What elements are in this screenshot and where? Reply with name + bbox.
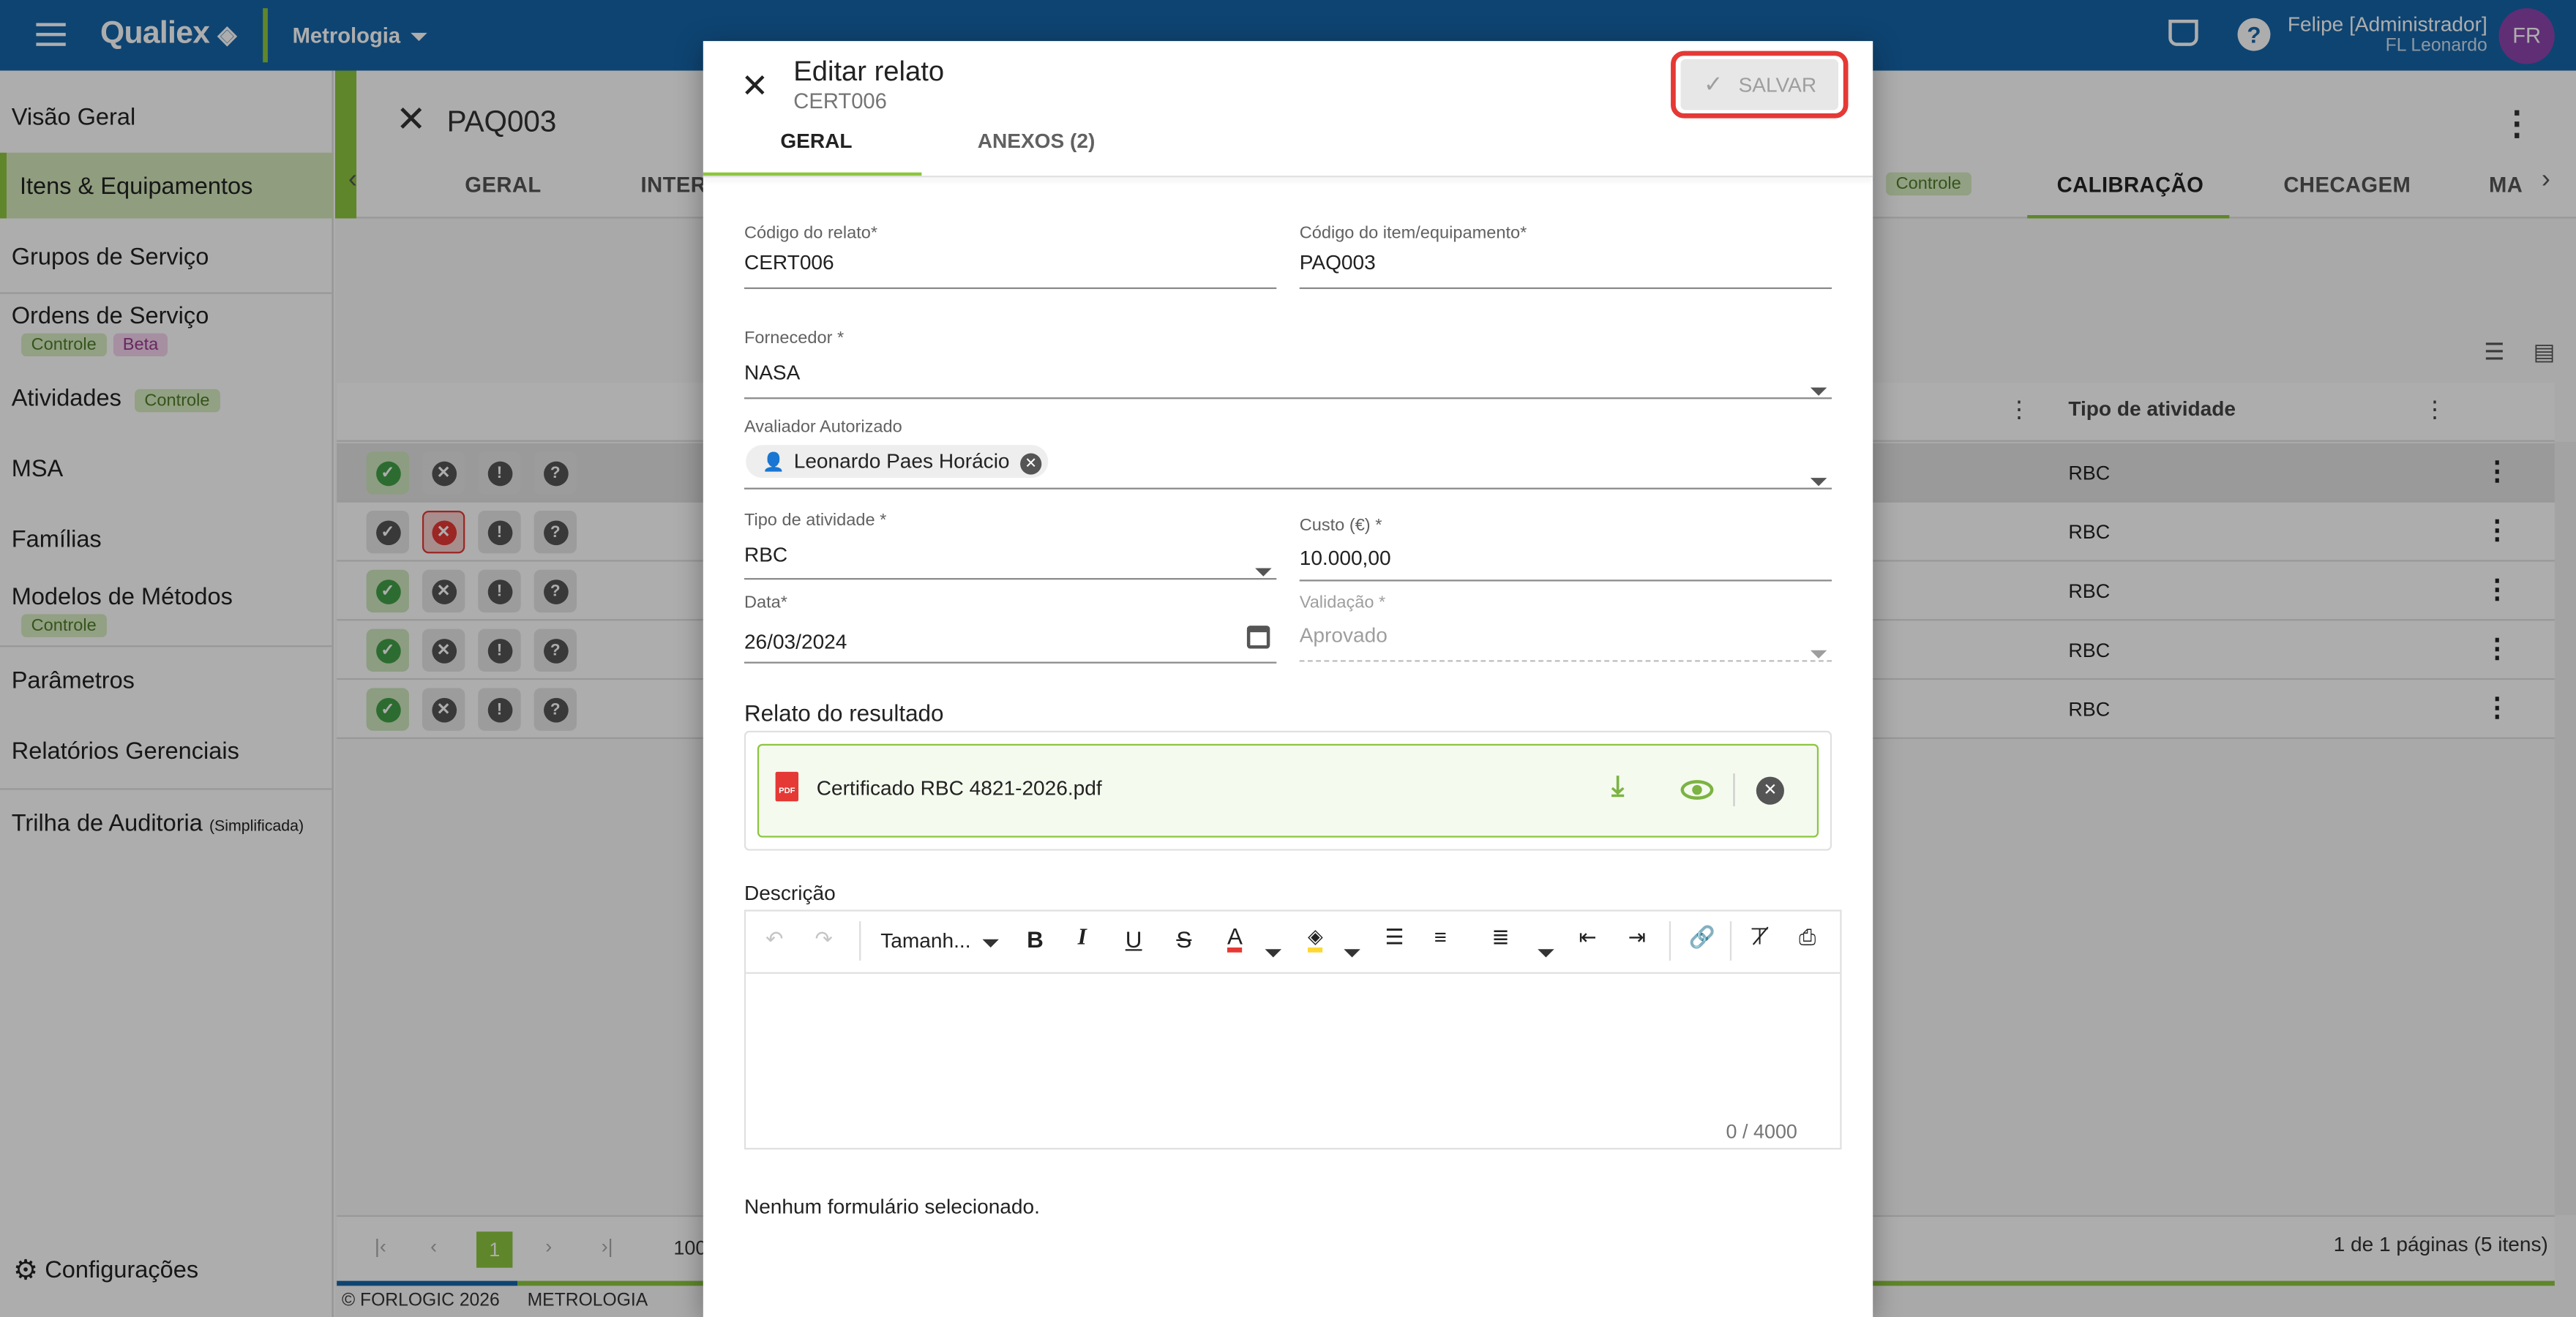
input-underline: [744, 578, 1277, 580]
fornecedor-label: Fornecedor *: [744, 328, 845, 348]
align-icon[interactable]: ≣: [1491, 925, 1509, 951]
highlight-icon[interactable]: ◈: [1307, 925, 1323, 953]
download-icon[interactable]: ⤓: [1611, 770, 1624, 803]
dialog-tab-geral[interactable]: GERAL: [780, 130, 852, 152]
dialog-title: Editar relato: [793, 56, 945, 87]
underline-icon[interactable]: U: [1126, 926, 1142, 953]
user-avatar-icon: 👤: [762, 453, 785, 473]
bullet-list-icon[interactable]: ☰: [1385, 925, 1404, 951]
clear-format-icon[interactable]: ⊤̸: [1750, 923, 1770, 950]
codigo-item-label: Código do item/equipamento*: [1299, 223, 1527, 244]
input-underline: [744, 287, 1277, 290]
custo-label: Custo (€) *: [1299, 515, 1382, 536]
divider: [1669, 921, 1671, 961]
file-name: Certificado RBC 4821-2026.pdf: [816, 776, 1102, 800]
divider: [859, 921, 861, 961]
no-form-text: Nenhum formulário selecionado.: [744, 1195, 1040, 1219]
avaliador-label: Avaliador Autorizado: [744, 417, 902, 438]
input-underline: [744, 661, 1277, 664]
character-counter: 0 / 4000: [1726, 1119, 1797, 1144]
input-underline: [1299, 660, 1832, 662]
indent-icon[interactable]: ⇥: [1628, 925, 1646, 951]
link-icon[interactable]: 🔗: [1689, 925, 1715, 951]
chevron-down-icon[interactable]: [1810, 465, 1827, 494]
data-label: Data*: [744, 593, 787, 613]
bold-icon[interactable]: B: [1027, 926, 1044, 953]
edit-report-dialog: ✕ Editar relato CERT006 ✓ SALVAR GERAL A…: [703, 41, 1873, 1317]
font-color-icon[interactable]: A: [1227, 925, 1243, 953]
pdf-icon: PDF: [775, 771, 799, 802]
check-icon: ✓: [1703, 70, 1723, 97]
dialog-tab-anexos[interactable]: ANEXOS (2): [978, 130, 1096, 152]
input-underline: [1299, 287, 1832, 290]
input-underline: [744, 487, 1832, 489]
chevron-down-icon[interactable]: [1344, 936, 1360, 965]
validacao-select: Aprovado: [1299, 623, 1388, 648]
save-button[interactable]: ✓ SALVAR: [1680, 59, 1839, 110]
font-size-select[interactable]: Tamanh...: [880, 929, 1000, 953]
chevron-down-icon[interactable]: [1255, 555, 1272, 585]
print-icon[interactable]: ⎙: [1799, 925, 1816, 951]
chip-remove-icon[interactable]: ✕: [1020, 453, 1042, 475]
dialog-close-icon[interactable]: ✕: [741, 66, 768, 107]
avaliador-chip[interactable]: 👤 Leonardo Paes Horácio ✕: [746, 445, 1049, 479]
eye-icon[interactable]: [1680, 780, 1714, 800]
divider: [703, 176, 1873, 178]
codigo-relato-input[interactable]: CERT006: [744, 251, 834, 274]
numbered-list-icon[interactable]: ≡: [1434, 925, 1447, 950]
redo-icon: ↷: [815, 926, 833, 951]
undo-icon: ↶: [765, 926, 784, 951]
data-input[interactable]: 26/03/2024: [744, 631, 847, 653]
remove-file-icon[interactable]: ✕: [1756, 776, 1784, 805]
dialog-subtitle: CERT006: [793, 89, 887, 113]
custo-input[interactable]: 10.000,00: [1300, 547, 1391, 569]
input-underline: [1299, 579, 1832, 582]
tipo-select[interactable]: RBC: [744, 544, 787, 566]
validacao-label: Validação *: [1299, 593, 1386, 613]
strikethrough-icon[interactable]: S: [1176, 926, 1191, 953]
calendar-icon[interactable]: [1246, 626, 1270, 649]
chevron-down-icon[interactable]: [1538, 936, 1554, 965]
outdent-icon[interactable]: ⇤: [1579, 925, 1596, 951]
divider: [1733, 773, 1735, 807]
codigo-item-input[interactable]: PAQ003: [1300, 251, 1376, 274]
descricao-label: Descrição: [744, 882, 836, 905]
italic-icon[interactable]: I: [1078, 926, 1087, 953]
codigo-relato-label: Código do relato*: [744, 223, 878, 244]
relato-title: Relato do resultado: [744, 699, 944, 727]
chevron-down-icon: [1810, 637, 1827, 667]
fornecedor-select[interactable]: NASA: [744, 361, 800, 384]
input-underline: [744, 397, 1832, 399]
divider: [1729, 921, 1732, 961]
chevron-down-icon[interactable]: [1265, 936, 1282, 965]
tipo-label: Tipo de atividade *: [744, 511, 887, 530]
chevron-down-icon[interactable]: [1810, 375, 1827, 404]
